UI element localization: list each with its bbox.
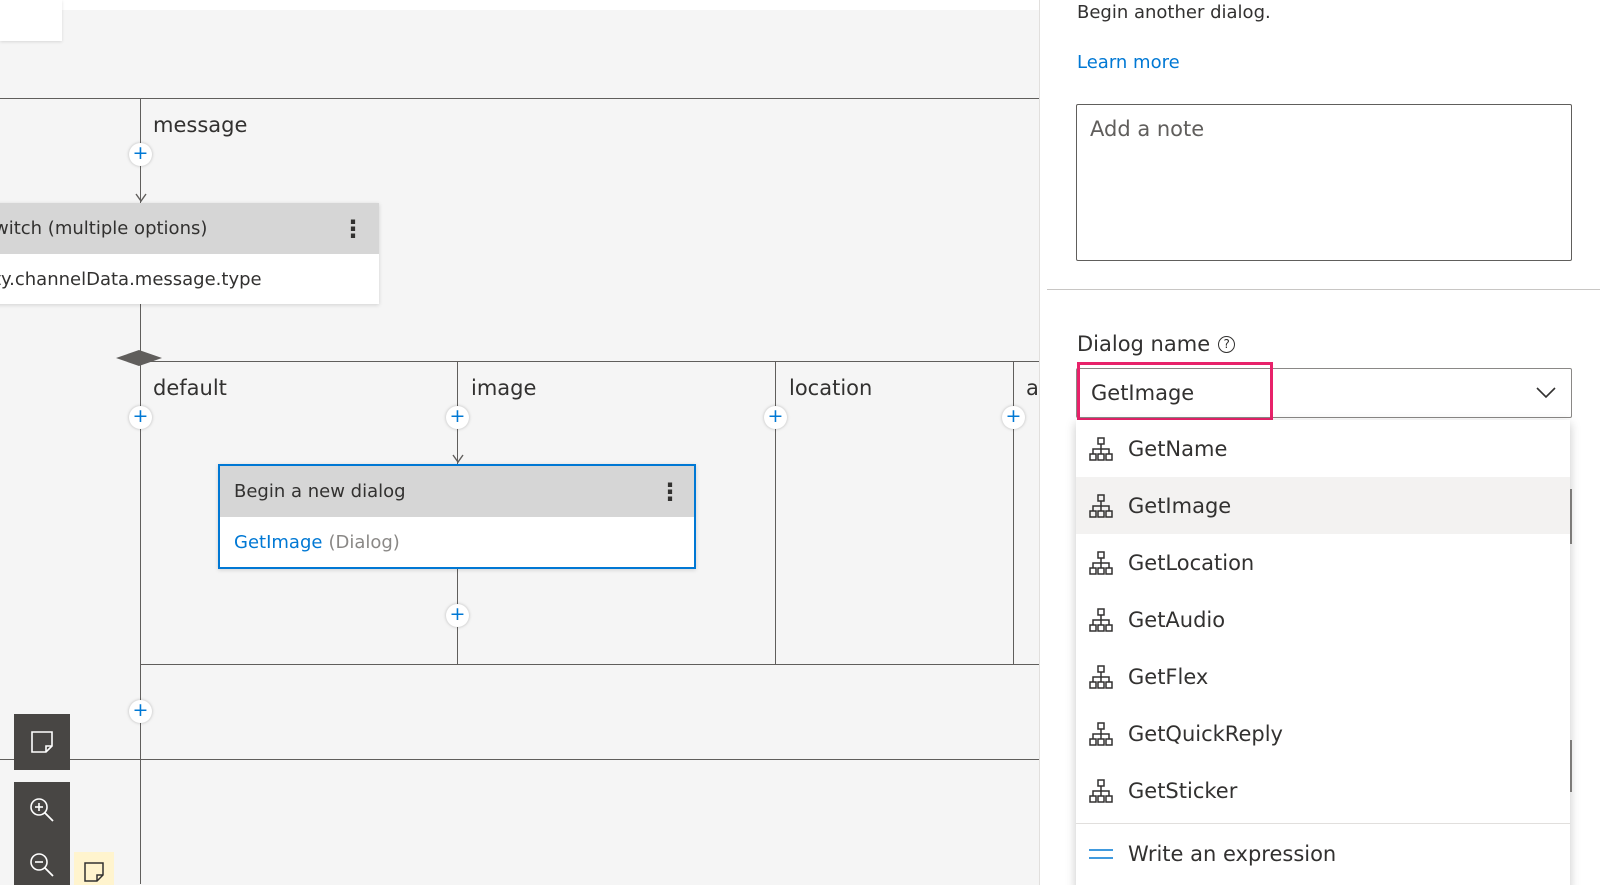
dialog-name-dropdown[interactable]: GetImage <box>1076 368 1572 418</box>
switch-node-title: witch (multiple options) <box>0 218 208 239</box>
dialog-tree-icon <box>1089 436 1113 461</box>
zoom-in-icon <box>30 797 54 822</box>
dialog-name-label: Dialog name ? <box>1077 332 1236 356</box>
help-icon[interactable]: ? <box>1218 335 1236 353</box>
zoom-out-icon <box>30 852 54 877</box>
add-action-button[interactable]: + <box>446 604 469 627</box>
branch-label-default: default <box>153 376 227 400</box>
dialog-type-label: (Dialog) <box>328 531 400 553</box>
option-getaudio[interactable]: GetAudio <box>1076 591 1570 648</box>
option-label: GetQuickReply <box>1128 721 1283 746</box>
branch-bottom-line <box>140 664 1039 665</box>
option-label: GetLocation <box>1128 550 1255 575</box>
switch-join-diamond <box>116 350 162 366</box>
option-getname[interactable]: GetName <box>1076 420 1570 477</box>
switch-condition: ty.channelData.message.type <box>0 268 262 290</box>
branch-label-image: image <box>471 376 537 400</box>
option-label: Write an expression <box>1128 842 1337 866</box>
option-getflex[interactable]: GetFlex <box>1076 648 1570 705</box>
chevron-down-icon <box>1536 387 1556 399</box>
option-getsticker[interactable]: GetSticker <box>1076 762 1570 819</box>
trigger-top-line <box>0 98 1039 99</box>
branch-label-fourth: a <box>1026 376 1039 400</box>
add-comment-button[interactable] <box>14 714 70 770</box>
dialog-link[interactable]: GetImage <box>234 532 322 553</box>
option-getimage[interactable]: GetImage <box>1076 477 1570 534</box>
begin-dialog-node[interactable]: Begin a new dialog ⋮ GetImage (Dialog) <box>218 464 696 569</box>
begin-dialog-node-body: GetImage (Dialog) <box>220 517 694 567</box>
switch-node[interactable]: witch (multiple options) ⋮ ty.channelDat… <box>0 203 379 304</box>
more-options-icon[interactable]: ⋮ <box>656 478 684 506</box>
sticky-note-button[interactable] <box>74 852 114 885</box>
option-label: GetImage <box>1128 493 1232 518</box>
action-description: Begin another dialog. <box>1077 2 1271 23</box>
dialog-tree-icon <box>1089 664 1113 689</box>
add-action-button[interactable]: + <box>1002 406 1025 429</box>
add-action-button[interactable]: + <box>764 406 787 429</box>
canvas-top-band <box>0 0 1039 10</box>
sticky-note-icon <box>84 862 104 882</box>
option-label: GetName <box>1128 436 1228 461</box>
comment-toolbar <box>14 714 70 770</box>
option-write-expression[interactable]: Write an expression <box>1076 824 1570 884</box>
zoom-out-button[interactable] <box>14 837 70 885</box>
properties-panel: Begin another dialog. Learn more Dialog … <box>1041 0 1600 885</box>
dialog-tree-icon <box>1089 550 1113 575</box>
begin-dialog-node-header[interactable]: Begin a new dialog ⋮ <box>220 466 694 517</box>
panel-divider <box>1047 289 1600 290</box>
dialog-tree-icon <box>1089 607 1113 632</box>
dialog-options-list: GetName GetImage GetLocation GetAudio Ge… <box>1076 420 1570 885</box>
more-options-icon[interactable]: ⋮ <box>339 215 367 243</box>
add-comment-icon <box>31 731 53 753</box>
dialog-tree-icon <box>1089 778 1113 803</box>
add-action-button[interactable]: + <box>129 406 152 429</box>
learn-more-link[interactable]: Learn more <box>1077 52 1180 73</box>
add-action-button[interactable]: + <box>129 700 152 723</box>
add-action-button[interactable]: + <box>129 143 152 166</box>
option-label: GetFlex <box>1128 664 1209 689</box>
expression-icon <box>1089 849 1113 859</box>
option-label: GetAudio <box>1128 607 1226 632</box>
dialog-tree-icon <box>1089 721 1113 746</box>
option-getlocation[interactable]: GetLocation <box>1076 534 1570 591</box>
switch-node-header[interactable]: witch (multiple options) ⋮ <box>0 203 379 254</box>
branch-top-line <box>140 361 1039 362</box>
dialog-name-label-text: Dialog name <box>1077 332 1211 356</box>
previous-node-card[interactable] <box>0 0 62 41</box>
zoom-toolbar <box>14 782 70 885</box>
dialog-tree-icon <box>1089 493 1113 518</box>
note-input[interactable] <box>1076 104 1572 261</box>
option-getquickreply[interactable]: GetQuickReply <box>1076 705 1570 762</box>
dialog-name-selected-value: GetImage <box>1091 381 1195 405</box>
flow-canvas[interactable]: message default image location a + + + +… <box>0 0 1040 885</box>
zoom-in-button[interactable] <box>14 782 70 837</box>
option-label: GetSticker <box>1128 778 1238 803</box>
switch-node-body: ty.channelData.message.type <box>0 254 379 304</box>
arrow-down-icon <box>452 454 464 464</box>
begin-dialog-title: Begin a new dialog <box>234 481 406 502</box>
trigger-bottom-line <box>0 759 1039 760</box>
branch-label-location: location <box>789 376 873 400</box>
trunk-line-main <box>140 304 141 884</box>
trigger-edge-label: message <box>153 113 248 137</box>
arrow-down-icon <box>135 193 147 203</box>
add-action-button[interactable]: + <box>446 406 469 429</box>
